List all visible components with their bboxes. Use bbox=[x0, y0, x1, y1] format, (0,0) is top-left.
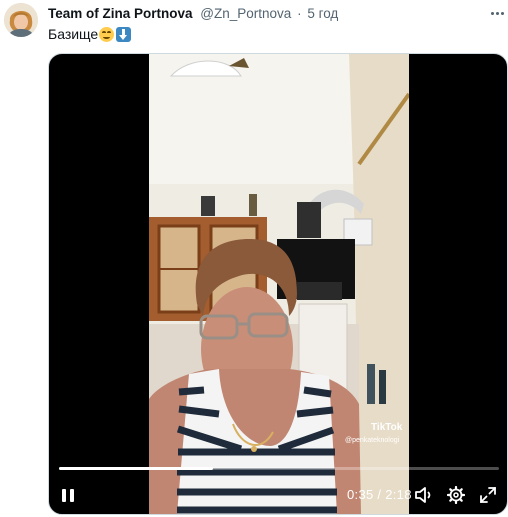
more-horizontal-icon bbox=[490, 11, 494, 15]
smiling-face-emoji bbox=[99, 26, 115, 42]
down-arrow-emoji bbox=[116, 26, 132, 42]
author-handle[interactable]: @Zn_Portnova bbox=[200, 6, 291, 21]
tweet-header: Team of Zina Portnova @Zn_Portnova · 5 г… bbox=[48, 5, 338, 23]
gear-icon bbox=[447, 486, 465, 504]
more-options-button[interactable] bbox=[488, 4, 506, 22]
settings-button[interactable] bbox=[445, 482, 467, 508]
separator: · bbox=[297, 6, 302, 21]
progress-fill bbox=[59, 467, 213, 470]
tweet: Team of Zina Portnova @Zn_Portnova · 5 г… bbox=[0, 0, 508, 517]
video-still-image: TikTok @penkateknologi bbox=[149, 54, 409, 514]
pause-button[interactable] bbox=[57, 482, 79, 508]
avatar-image bbox=[4, 3, 38, 37]
tweet-text: Базище bbox=[48, 24, 132, 44]
volume-button[interactable] bbox=[413, 482, 435, 508]
watermark-brand: TikTok bbox=[371, 422, 403, 433]
timecode: 0:35 / 2:18 bbox=[347, 487, 412, 502]
expand-icon bbox=[480, 487, 496, 503]
progress-bar[interactable] bbox=[59, 467, 499, 470]
pause-icon bbox=[62, 488, 66, 502]
video-player[interactable]: TikTok @penkateknologi 0:35 / 2:18 bbox=[48, 53, 508, 515]
watermark-user: @penkateknologi bbox=[345, 437, 400, 444]
volume-icon bbox=[415, 487, 431, 503]
tweet-text-body: Базище bbox=[48, 26, 99, 42]
author-name[interactable]: Team of Zina Portnova bbox=[48, 6, 193, 21]
timestamp[interactable]: 5 год bbox=[307, 6, 338, 21]
avatar[interactable] bbox=[4, 3, 38, 37]
fullscreen-button[interactable] bbox=[477, 482, 499, 508]
video-frame[interactable]: TikTok @penkateknologi bbox=[149, 54, 409, 514]
